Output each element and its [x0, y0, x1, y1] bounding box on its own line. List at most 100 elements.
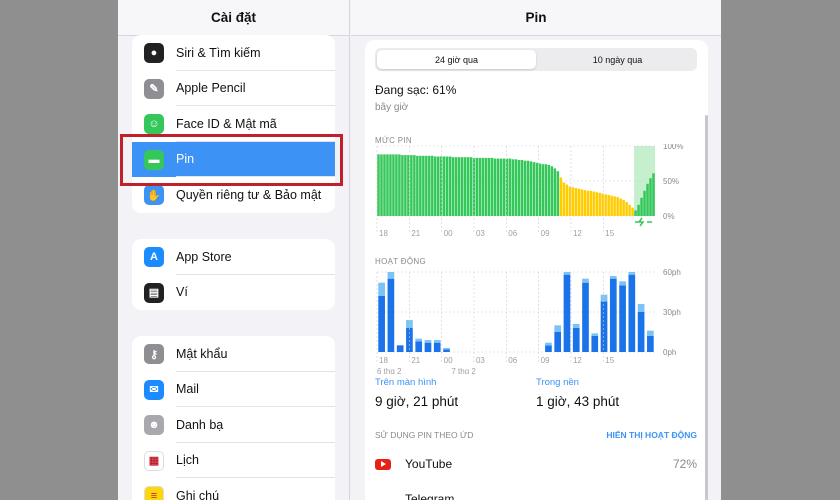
battery-bar — [514, 159, 518, 216]
battery-bar — [520, 160, 524, 216]
background-bar — [563, 272, 571, 275]
battery-bar — [457, 157, 461, 216]
y-tick-label: 60ph — [663, 268, 681, 277]
sidebar-group-3: ⚷ Mật khẩu ✉ Mail ☻ Danh bạ ▦ Lịch ≡ Ghi chú — [132, 336, 335, 500]
battery-bar — [437, 156, 440, 216]
battery-bar — [434, 156, 437, 216]
x-tick-label: 03 — [476, 356, 485, 365]
sidebar-item-label: Quyền riêng tư & Bảo mật — [176, 187, 322, 202]
battery-bar — [583, 190, 586, 216]
sidebar-title: Cài đặt — [118, 0, 349, 36]
battery-bar — [535, 162, 539, 216]
battery-bar — [493, 158, 497, 216]
sidebar-item-mail[interactable]: ✉ Mail — [132, 372, 335, 408]
screen-on-bar — [637, 312, 645, 352]
background-bar — [637, 304, 645, 312]
battery-bar — [547, 164, 551, 216]
usage-by-app-label: SỬ DỤNG PIN THEO ỨD — [375, 430, 474, 440]
time-range-segmented-control: 24 giờ qua 10 ngày qua — [375, 48, 697, 71]
screen-on-bar — [415, 341, 423, 352]
battery-bar — [619, 198, 622, 216]
sidebar-item-label: Face ID & Mật mã — [176, 116, 277, 131]
battery-bar — [640, 197, 643, 216]
battery-card: 24 giờ qua 10 ngày qua Đang sạc: 61% bây… — [365, 40, 708, 500]
battery-bar — [401, 155, 404, 216]
battery-bar — [589, 190, 592, 216]
battery-bar — [541, 164, 545, 216]
battery-bar — [431, 155, 434, 216]
screen-on-bar — [554, 332, 562, 352]
scrollbar[interactable] — [705, 115, 708, 500]
battery-bar — [383, 154, 386, 216]
x-tick-label: 21 — [411, 356, 420, 365]
battery-bar — [526, 160, 530, 216]
sidebar-item-appstore[interactable]: A App Store — [132, 239, 335, 275]
screen-on-bar — [582, 282, 589, 352]
youtube-icon — [375, 458, 391, 470]
faceid-icon: ☺ — [144, 114, 164, 134]
battery-bar — [565, 184, 569, 216]
sidebar-item-pencil[interactable]: ✎ Apple Pencil — [132, 71, 335, 107]
app-row-youtube[interactable]: YouTube 72% — [375, 457, 697, 471]
app-name: YouTube — [405, 457, 453, 471]
sidebar-item-calendar[interactable]: ▦ Lịch — [132, 443, 335, 479]
battery-bar — [604, 194, 607, 216]
background-bar — [582, 278, 589, 283]
battery-bar — [386, 154, 389, 216]
battery-bar — [577, 188, 581, 216]
x-tick-label: 03 — [476, 229, 485, 238]
tab-10d[interactable]: 10 ngày qua — [538, 48, 697, 71]
sidebar-item-contacts[interactable]: ☻ Danh bạ — [132, 407, 335, 443]
y-tick-label: 30ph — [663, 308, 681, 317]
mail-icon: ✉ — [144, 379, 164, 400]
background-bar — [600, 294, 608, 302]
battery-bar — [601, 193, 604, 216]
show-activity-link[interactable]: HIỂN THỊ HOẠT ĐỘNG — [606, 430, 697, 440]
sidebar: Cài đặt ● Siri & Tìm kiếm ✎ Apple Pencil ☺ Fa… — [118, 0, 350, 500]
battery-bar — [622, 199, 625, 216]
battery-bar — [529, 161, 533, 216]
sidebar-item-siri[interactable]: ● Siri & Tìm kiếm — [132, 35, 335, 71]
battery-bar — [463, 157, 467, 216]
background-bar — [545, 342, 552, 346]
battery-bar — [628, 204, 631, 216]
battery-bar — [448, 156, 452, 216]
battery-bar — [499, 158, 503, 216]
battery-bar — [487, 157, 491, 216]
x-tick-label: 09 — [541, 229, 550, 238]
hand-icon: ✋ — [144, 185, 164, 205]
x-tick-label: 12 — [573, 356, 582, 365]
battery-bar — [553, 168, 557, 216]
battery-bar — [377, 154, 380, 216]
battery-bar — [410, 155, 413, 216]
battery-bar — [466, 157, 470, 216]
battery-bar — [404, 155, 407, 216]
background-bar — [554, 325, 562, 332]
battery-bar — [631, 207, 634, 216]
sidebar-item-label: Mật khẩu — [176, 346, 228, 361]
sidebar-item-key[interactable]: ⚷ Mật khẩu — [132, 336, 335, 372]
settings-window: Cài đặt ● Siri & Tìm kiếm ✎ Apple Pencil ☺ Fa… — [118, 0, 721, 500]
battery-bar — [446, 156, 449, 216]
usage-header: SỬ DỤNG PIN THEO ỨD HIỂN THỊ HOẠT ĐỘNG — [375, 430, 697, 440]
tab-24h[interactable]: 24 giờ qua — [377, 50, 536, 69]
battery-bar — [428, 155, 431, 216]
screen-on-bar — [591, 336, 599, 352]
sidebar-item-label: Apple Pencil — [176, 81, 246, 96]
battery-bar — [532, 162, 536, 216]
background-bar — [628, 272, 636, 275]
battery-bar — [616, 197, 619, 216]
x-tick-label: 00 — [444, 229, 453, 238]
battery-bar — [607, 195, 610, 216]
background-bar — [433, 340, 441, 343]
screen-on-bar — [609, 278, 617, 352]
battery-bar — [595, 192, 598, 216]
battery-bar — [562, 182, 566, 216]
highlight-box — [120, 134, 343, 186]
sidebar-item-wallet[interactable]: ▤ Ví — [132, 275, 335, 311]
sidebar-item-notes[interactable]: ≡ Ghi chú — [132, 478, 335, 500]
sidebar-item-label: Ví — [176, 285, 188, 300]
charging-time: bây giờ — [375, 102, 409, 113]
app-row-telegram[interactable]: Telegram — [375, 492, 697, 500]
battery-bar — [511, 159, 515, 216]
